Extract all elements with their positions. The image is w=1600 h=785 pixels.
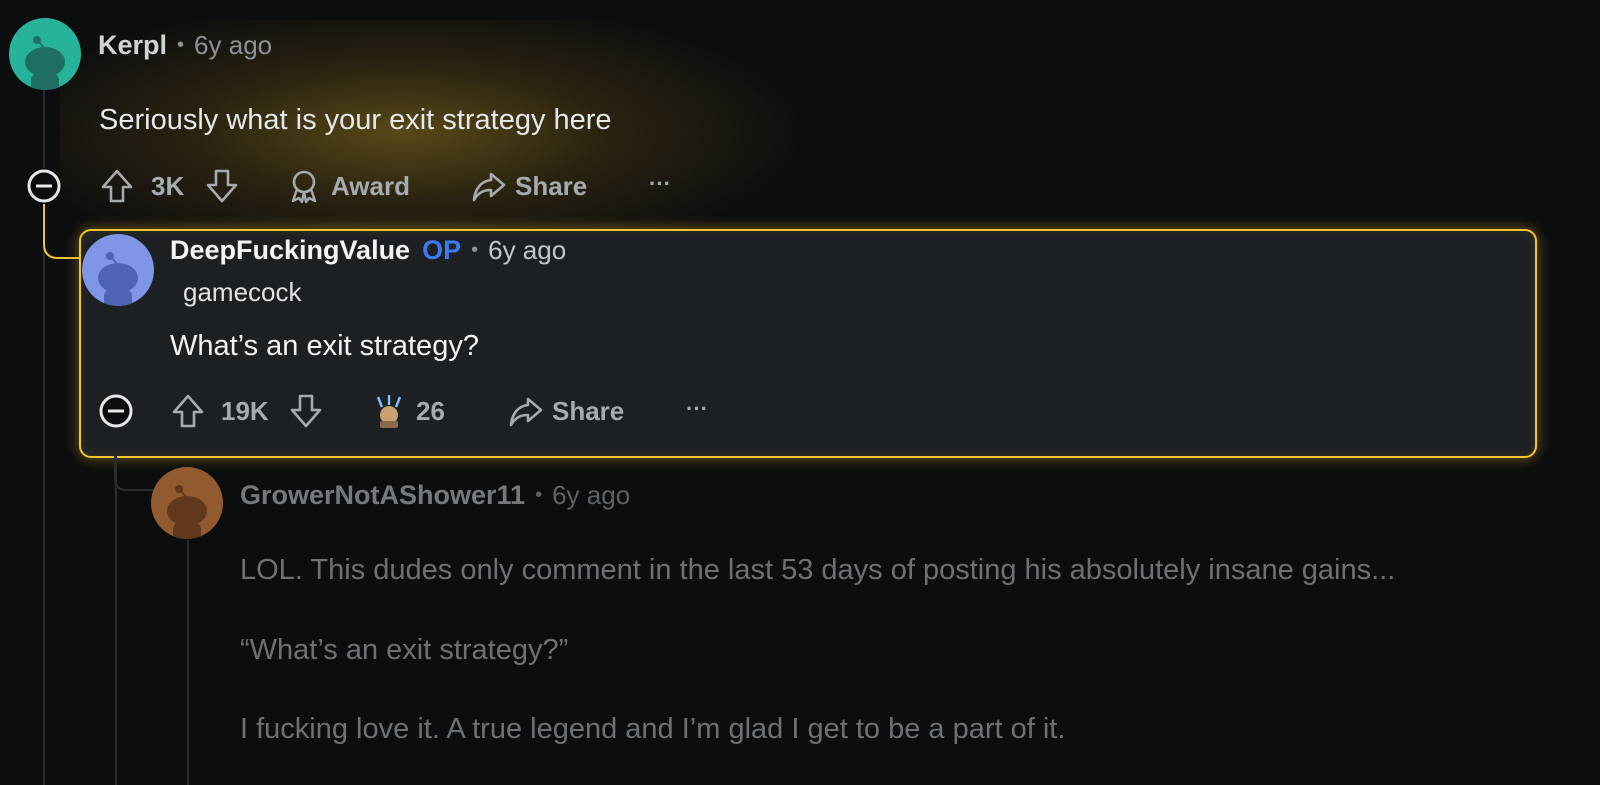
- comment-timestamp: 6y ago: [488, 235, 567, 265]
- award-icon: [291, 170, 317, 204]
- comment-timestamp: 6y ago: [194, 30, 273, 60]
- downvote-icon: [206, 169, 238, 203]
- comment-body-line: LOL. This dudes only comment in the last…: [240, 554, 1396, 586]
- share-button[interactable]: Share: [471, 168, 587, 204]
- share-label: Share: [515, 170, 588, 201]
- downvote-button[interactable]: [289, 393, 323, 429]
- separator-dot: •: [177, 34, 185, 56]
- op-badge: OP: [422, 235, 462, 265]
- upvote-button[interactable]: [171, 393, 205, 429]
- upvote-button[interactable]: [100, 168, 134, 204]
- comment-body: Seriously what is your exit strategy her…: [99, 104, 612, 136]
- share-icon: [472, 172, 506, 202]
- thread-connector: [43, 204, 84, 259]
- downvote-icon: [290, 394, 322, 428]
- comment-username[interactable]: Kerpl: [98, 30, 167, 61]
- vote-count: 19K: [221, 396, 269, 426]
- thread-line: [187, 540, 189, 785]
- upvote-icon: [172, 394, 204, 428]
- avatar[interactable]: [82, 234, 154, 306]
- separator-dot: •: [471, 239, 479, 261]
- avatar[interactable]: [151, 467, 223, 539]
- share-icon: [509, 397, 543, 427]
- award-label: Award: [331, 170, 410, 201]
- vote-count: 3K: [151, 171, 185, 201]
- thread-line: [43, 205, 45, 785]
- downvote-button[interactable]: [205, 168, 239, 204]
- comment-body-line: I fucking love it. A true legend and I’m…: [240, 713, 1066, 745]
- comment-username[interactable]: GrowerNotAShower11: [240, 480, 525, 511]
- separator-dot: •: [535, 484, 543, 506]
- upvote-icon: [101, 169, 133, 203]
- share-button[interactable]: Share: [508, 393, 624, 429]
- comment-body-line: “What’s an exit strategy?”: [240, 634, 569, 666]
- thread-line: [43, 88, 45, 168]
- user-flair: gamecock: [183, 277, 302, 307]
- avatar[interactable]: [9, 18, 81, 90]
- comment-timestamp: 6y ago: [552, 480, 631, 510]
- collapse-icon[interactable]: [26, 168, 62, 204]
- more-options-button[interactable]: ···: [649, 171, 671, 197]
- awards-button[interactable]: 26: [372, 393, 445, 429]
- comment-body: What’s an exit strategy?: [170, 330, 479, 362]
- thread-line: [115, 456, 117, 785]
- award-emoji-icon: [376, 395, 402, 428]
- comment-username[interactable]: DeepFuckingValue: [170, 235, 410, 266]
- awards-count: 26: [416, 395, 445, 426]
- thread-connector: [114, 456, 153, 491]
- collapse-icon[interactable]: [98, 393, 134, 429]
- share-label: Share: [552, 395, 625, 426]
- award-button[interactable]: Award: [287, 168, 410, 204]
- more-options-button[interactable]: ···: [686, 396, 708, 422]
